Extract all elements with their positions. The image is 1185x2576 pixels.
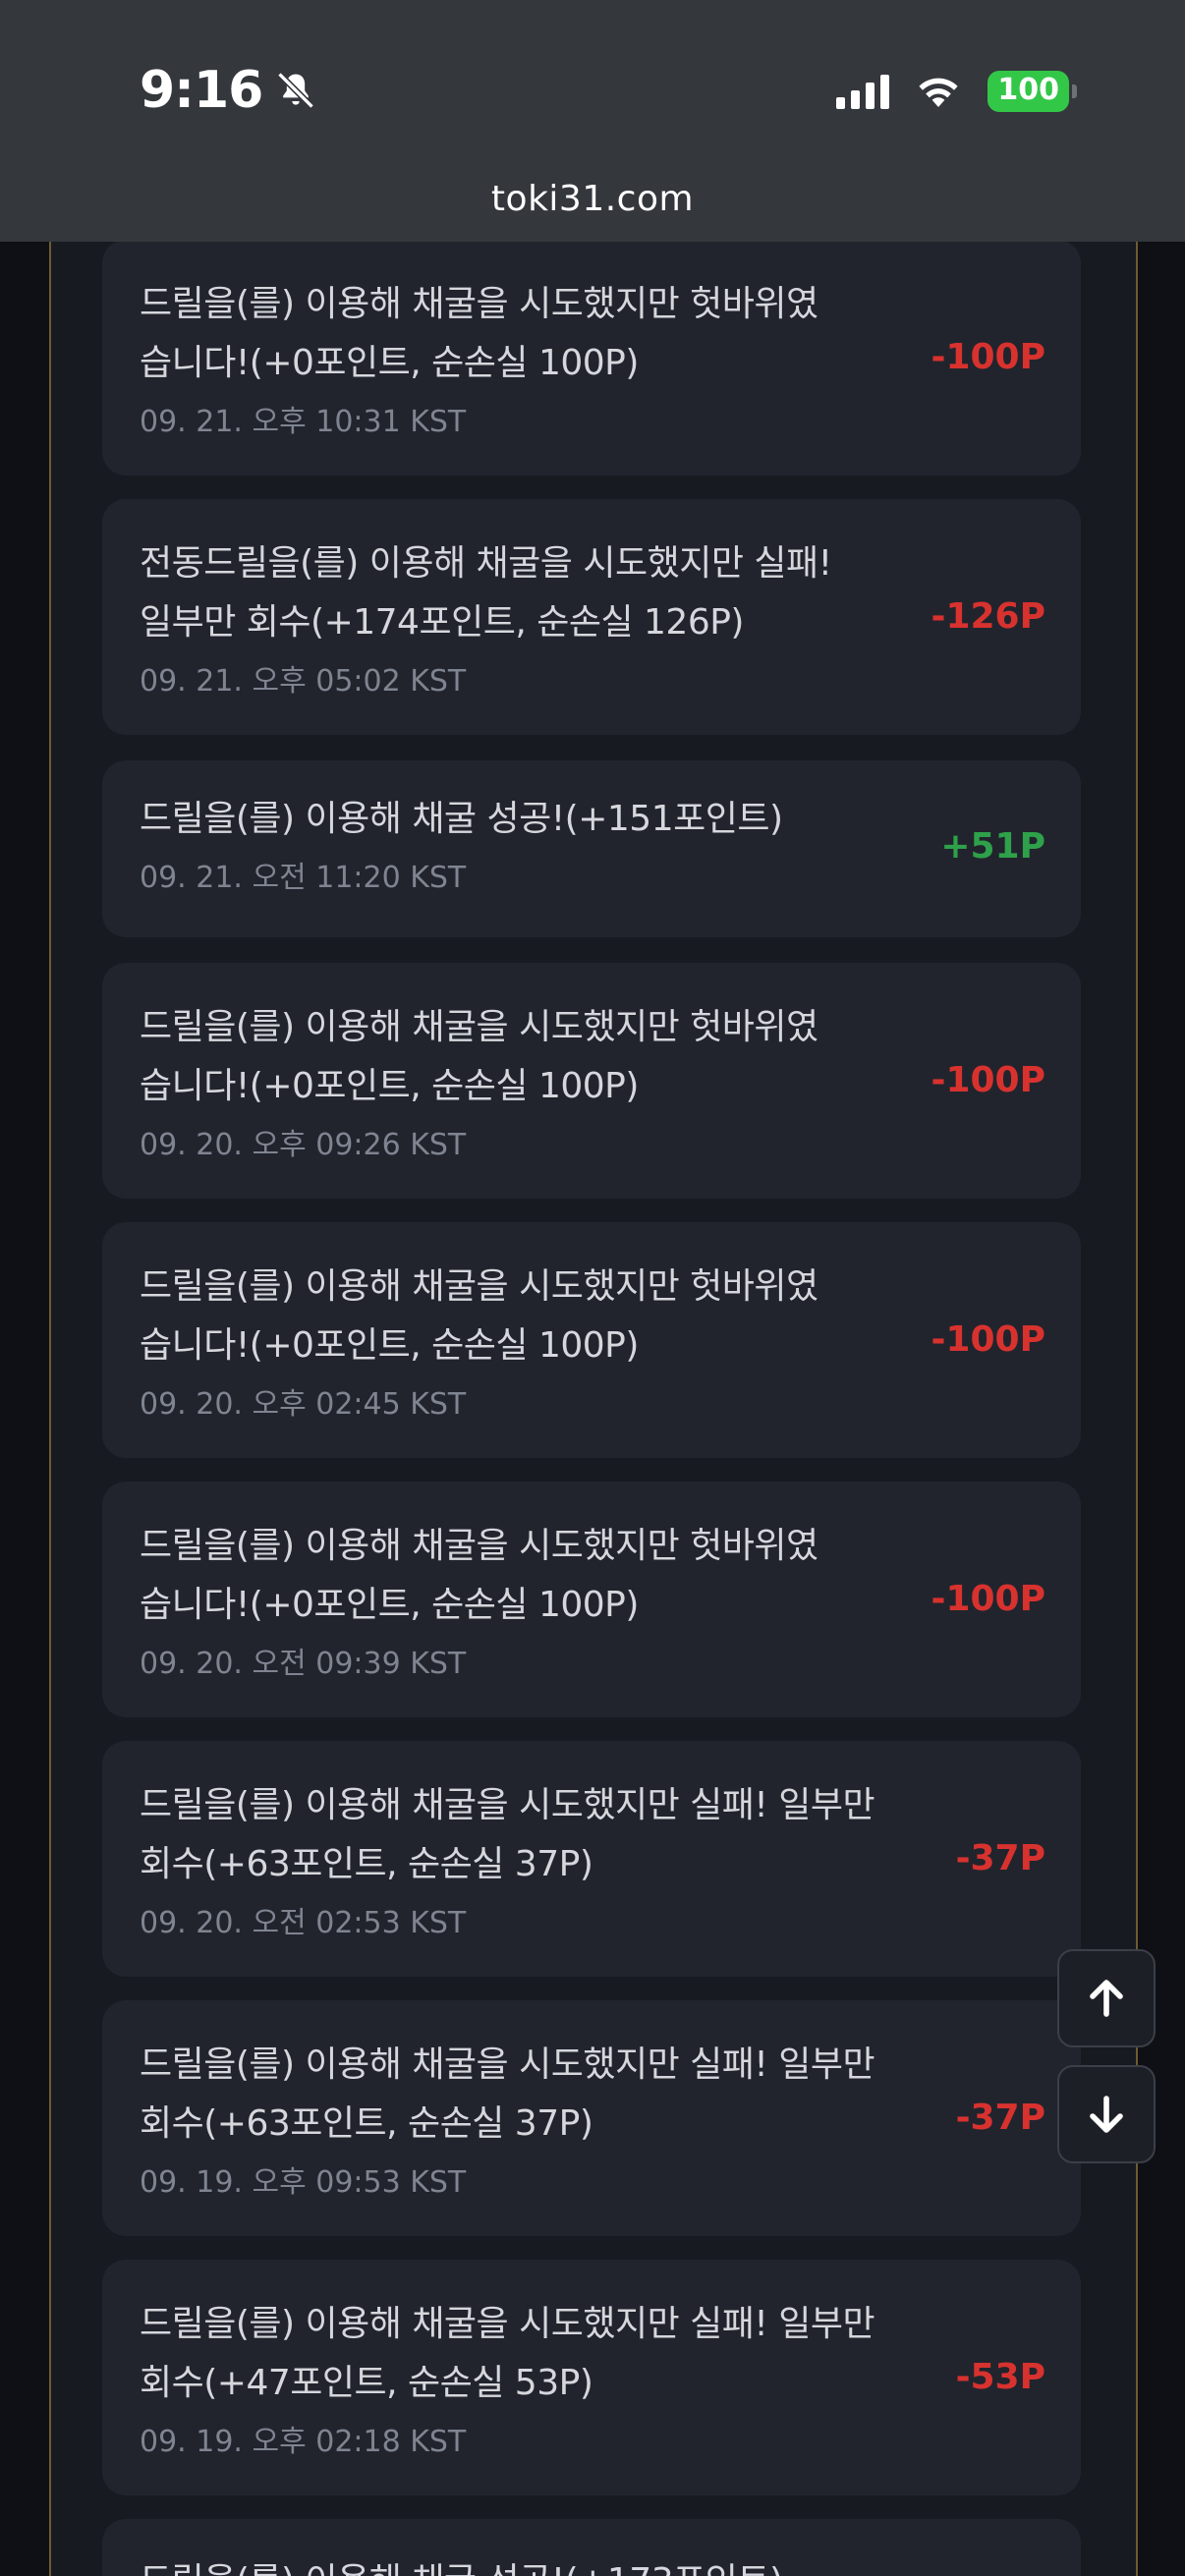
history-item-time: 09. 20. 오후 02:45 KST (140, 1387, 467, 1422)
history-item-time: 09. 19. 오후 02:18 KST (140, 2425, 467, 2459)
history-item-title: 드릴을(를) 이용해 채굴을 시도했지만 헛바위였 습니다!(+0포인트, 순손… (140, 1517, 945, 1635)
scroll-bottom-button[interactable] (1057, 2065, 1156, 2163)
history-item-time: 09. 21. 오후 05:02 KST (140, 664, 467, 699)
history-item-line1: 드릴을(를) 이용해 채굴을 시도했지만 실패! 일부만 (140, 1785, 875, 1825)
arrow-up-icon (1090, 1980, 1123, 2017)
wifi-icon (919, 78, 958, 107)
history-item: 드릴을(를) 이용해 채굴을 시도했지만 헛바위였 습니다!(+0포인트, 순손… (102, 1482, 1081, 1717)
history-item-line1: 드릴을(를) 이용해 채굴을 시도했지만 실패! 일부만 (140, 2044, 875, 2085)
history-item-title: 드릴을(를) 이용해 채굴 성공!(+151포인트) (140, 790, 945, 849)
battery-tip (1072, 84, 1077, 98)
history-item-title: 드릴을(를) 이용해 채굴을 시도했지만 실패! 일부만 회수(+63포인트, … (140, 1776, 945, 1894)
history-item-amount: -100P (931, 1060, 1045, 1100)
history-item-title: 드릴을(를) 이용해 채굴을 시도했지만 실패! 일부만 회수(+47포인트, … (140, 2295, 945, 2413)
history-item: 드릴을(를) 이용해 채굴 성공!(+173포인트) (102, 2519, 1081, 2576)
history-item-amount: -53P (955, 2357, 1045, 2397)
history-item-time: 09. 21. 오전 11:20 KST (140, 861, 467, 895)
battery-indicator: 100 (988, 71, 1077, 112)
history-item-title: 드릴을(를) 이용해 채굴을 시도했지만 헛바위였 습니다!(+0포인트, 순손… (140, 998, 945, 1116)
history-item-line2: 습니다!(+0포인트, 순손실 100P) (140, 343, 639, 383)
history-item-amount: -37P (955, 1838, 1045, 1878)
cellular-signal-icon (836, 74, 890, 109)
history-item-amount: -100P (931, 1319, 1045, 1360)
history-item: 드릴을(를) 이용해 채굴을 시도했지만 실패! 일부만 회수(+63포인트, … (102, 2000, 1081, 2236)
history-item-amount: -100P (931, 1579, 1045, 1619)
history-item-line2: 일부만 회수(+174포인트, 순손실 126P) (140, 602, 744, 643)
history-item-line1: 드릴을(를) 이용해 채굴 성공!(+173포인트) (140, 2552, 945, 2576)
history-item-amount: -126P (931, 596, 1045, 637)
history-item-title: 전동드릴을(를) 이용해 채굴을 시도했지만 실패! 일부만 회수(+174포인… (140, 534, 945, 652)
history-item: 전동드릴을(를) 이용해 채굴을 시도했지만 실패! 일부만 회수(+174포인… (102, 499, 1081, 735)
status-time: 9:16 (140, 61, 317, 120)
history-item: 드릴을(를) 이용해 채굴 성공!(+151포인트) 09. 21. 오전 11… (102, 760, 1081, 937)
clock-text: 9:16 (140, 61, 263, 120)
history-item-line2: 회수(+63포인트, 순손실 37P) (140, 1844, 593, 1884)
history-item-title: 드릴을(를) 이용해 채굴을 시도했지만 헛바위였 습니다!(+0포인트, 순손… (140, 1258, 945, 1375)
history-item: 드릴을(를) 이용해 채굴을 시도했지만 실패! 일부만 회수(+63포인트, … (102, 1741, 1081, 1977)
history-item-title: 드릴을(를) 이용해 채굴 성공!(+173포인트) (140, 2552, 945, 2576)
history-item-time: 09. 20. 오후 09:26 KST (140, 1128, 467, 1162)
history-item-line2: 습니다!(+0포인트, 순손실 100P) (140, 1325, 639, 1366)
history-item-title: 드릴을(를) 이용해 채굴을 시도했지만 헛바위였 습니다!(+0포인트, 순손… (140, 275, 945, 393)
history-item-line1: 드릴을(를) 이용해 채굴을 시도했지만 헛바위였 (140, 284, 818, 324)
history-item-amount: -37P (955, 2098, 1045, 2138)
url-bar[interactable]: toki31.com (0, 179, 1185, 219)
history-item-line1: 전동드릴을(를) 이용해 채굴을 시도했지만 실패! (140, 543, 832, 584)
arrow-down-icon (1090, 2096, 1123, 2133)
history-item-amount: +51P (940, 826, 1045, 867)
battery-level: 100 (988, 71, 1069, 112)
history-item-line1: 드릴을(를) 이용해 채굴 성공!(+151포인트) (140, 799, 783, 839)
history-item-line2: 회수(+47포인트, 순손실 53P) (140, 2363, 593, 2403)
history-item-line1: 드릴을(를) 이용해 채굴을 시도했지만 헛바위였 (140, 1526, 818, 1566)
status-icons: 100 (836, 71, 1077, 112)
history-item: 드릴을(를) 이용해 채굴을 시도했지만 헛바위였 습니다!(+0포인트, 순손… (102, 240, 1081, 476)
history-item-line2: 회수(+63포인트, 순손실 37P) (140, 2103, 593, 2144)
history-item-line1: 드릴을(를) 이용해 채굴을 시도했지만 실패! 일부만 (140, 2304, 875, 2344)
history-item: 드릴을(를) 이용해 채굴을 시도했지만 헛바위였 습니다!(+0포인트, 순손… (102, 963, 1081, 1199)
scroll-top-button[interactable] (1057, 1949, 1156, 2047)
history-item-time: 09. 20. 오전 09:39 KST (140, 1647, 467, 1681)
history-item-line1: 드릴을(를) 이용해 채굴을 시도했지만 헛바위였 (140, 1007, 818, 1047)
history-item-time: 09. 19. 오후 09:53 KST (140, 2165, 467, 2200)
history-item-line1: 드릴을(를) 이용해 채굴을 시도했지만 헛바위였 (140, 1266, 818, 1307)
history-item-amount: -100P (931, 337, 1045, 377)
history-item-title: 드릴을(를) 이용해 채굴을 시도했지만 실패! 일부만 회수(+63포인트, … (140, 2036, 945, 2154)
history-item-time: 09. 21. 오후 10:31 KST (140, 405, 467, 439)
history-item: 드릴을(를) 이용해 채굴을 시도했지만 헛바위였 습니다!(+0포인트, 순손… (102, 1222, 1081, 1458)
bell-muted-icon (277, 72, 315, 109)
history-item: 드릴을(를) 이용해 채굴을 시도했지만 실패! 일부만 회수(+47포인트, … (102, 2260, 1081, 2495)
history-item-line2: 습니다!(+0포인트, 순손실 100P) (140, 1066, 639, 1106)
history-item-time: 09. 20. 오전 02:53 KST (140, 1906, 467, 1940)
screen: 드릴을(를) 이용해 채굴을 시도했지만 헛바위였 습니다!(+0포인트, 순손… (0, 0, 1185, 2576)
history-item-line2: 습니다!(+0포인트, 순손실 100P) (140, 1585, 639, 1625)
browser-top-bar: 9:16 100 toki31.com (0, 0, 1185, 242)
